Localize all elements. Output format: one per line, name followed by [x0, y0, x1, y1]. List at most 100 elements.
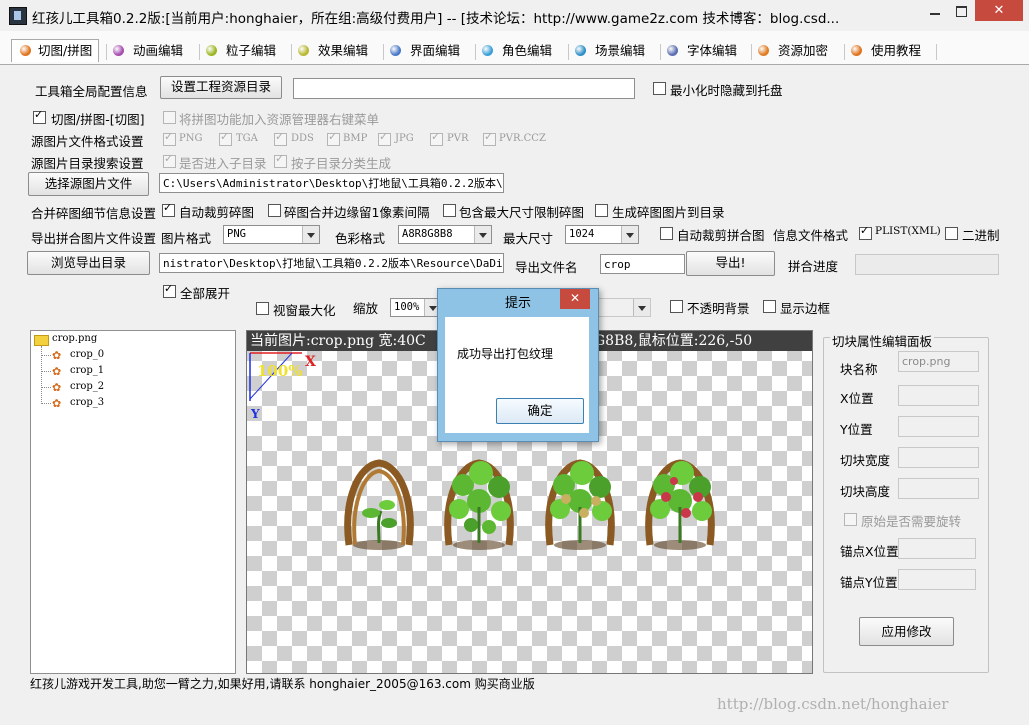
format-png-checkbox[interactable]: [163, 130, 176, 146]
context-menu-checkbox[interactable]: [163, 111, 176, 124]
watermark: http://blog.csdn.net/honghaier: [717, 695, 949, 713]
export-button[interactable]: 导出!: [686, 251, 775, 276]
auto-crop-checkbox[interactable]: [162, 201, 175, 217]
x-field[interactable]: [898, 385, 979, 406]
tab-label: 动画编辑: [133, 43, 184, 58]
plist-checkbox[interactable]: [859, 224, 872, 240]
minimize-tray-label: 最小化时隐藏到托盘: [670, 83, 783, 98]
split-enable-checkbox[interactable]: [33, 108, 46, 124]
minimize-tray-checkbox[interactable]: [653, 82, 666, 95]
y-label: Y位置: [840, 422, 873, 437]
file-tree[interactable]: crop.png ✿ crop_0 ✿ crop_1 ✿ crop_2 ✿ cr…: [30, 330, 236, 674]
format-pvr-checkbox[interactable]: [430, 130, 443, 146]
height-field[interactable]: [898, 478, 979, 499]
tab-icon: [758, 45, 769, 56]
app-icon: [9, 7, 27, 25]
image-format-value: PNG: [227, 228, 246, 240]
tab-icon: [390, 45, 401, 56]
export-filename-label: 导出文件名: [515, 260, 578, 275]
gen-to-dir-checkbox[interactable]: [595, 204, 608, 217]
tab-particle[interactable]: 粒子编辑: [206, 40, 286, 62]
name-field[interactable]: crop.png: [898, 351, 979, 372]
tab-ui[interactable]: 界面编辑: [390, 40, 470, 62]
format-pvrccz-checkbox[interactable]: [483, 130, 496, 146]
window-max-checkbox[interactable]: [256, 302, 269, 315]
source-path-field[interactable]: C:\Users\Administrator\Desktop\打地鼠\工具箱0.…: [159, 173, 504, 193]
edge-gap-checkbox[interactable]: [268, 204, 281, 217]
auto-crop-label: 自动裁剪碎图: [179, 205, 255, 220]
y-field[interactable]: [898, 416, 979, 437]
width-label: 切块宽度: [840, 453, 891, 468]
browse-export-button[interactable]: 浏览导出目录: [27, 251, 150, 275]
tree-item[interactable]: crop_0: [70, 349, 104, 360]
expand-all-label: 全部展开: [180, 286, 231, 301]
show-border-checkbox[interactable]: [763, 300, 776, 313]
format-dds-checkbox[interactable]: [274, 130, 287, 146]
image-format-select[interactable]: PNG: [223, 225, 320, 244]
select-source-button[interactable]: 选择源图片文件: [28, 172, 149, 196]
max-size-select[interactable]: 1024: [565, 225, 639, 244]
dialog-close-button[interactable]: ✕: [560, 289, 590, 309]
tree-item[interactable]: crop_1: [70, 365, 104, 376]
tab-font[interactable]: 字体编辑: [667, 40, 747, 62]
tab-effect[interactable]: 效果编辑: [298, 40, 378, 62]
dialog-ok-button[interactable]: 确定: [496, 398, 584, 424]
zoom-label: 缩放: [353, 301, 379, 316]
tab-encrypt[interactable]: 资源加密: [758, 40, 838, 62]
max-size-limit-label: 包含最大尺寸限制碎图: [459, 205, 585, 220]
tab-icon: [851, 45, 862, 56]
tab-label: 效果编辑: [318, 43, 369, 58]
subdir-category-checkbox[interactable]: [274, 152, 287, 168]
format-tga-label: TGA: [236, 133, 258, 144]
max-size-limit-checkbox[interactable]: [443, 204, 456, 217]
max-size-label: 最大尺寸: [503, 231, 554, 246]
zoom-select[interactable]: 100%: [390, 298, 442, 317]
rotate-checkbox[interactable]: [844, 513, 857, 526]
color-format-select[interactable]: A8R8G8B8: [398, 225, 492, 244]
apply-button[interactable]: 应用修改: [859, 617, 954, 646]
maximize-button[interactable]: [948, 0, 975, 21]
axis-y-label: Y: [251, 407, 260, 421]
tree-item[interactable]: crop_2: [70, 381, 104, 392]
progress-label: 拼合进度: [788, 259, 839, 274]
tab-label: 角色编辑: [502, 43, 553, 58]
plist-label: PLIST(XML): [875, 225, 941, 237]
subdir-checkbox[interactable]: [163, 152, 176, 168]
auto-crop-merged-checkbox[interactable]: [660, 227, 673, 240]
format-tga-checkbox[interactable]: [219, 130, 232, 146]
format-bmp-checkbox[interactable]: [327, 130, 340, 146]
anchor-y-field[interactable]: [898, 569, 976, 590]
merge-detail-label: 合并碎图细节信息设置: [31, 206, 157, 221]
tree-item[interactable]: crop_3: [70, 397, 104, 408]
flower-icon: ✿: [52, 397, 62, 410]
opaque-bg-checkbox[interactable]: [670, 300, 683, 313]
message-dialog: 提示 ✕ 成功导出打包纹理 确定: [437, 288, 599, 442]
global-config-label: 工具箱全局配置信息: [35, 84, 148, 99]
format-jpg-checkbox[interactable]: [378, 130, 391, 146]
tab-icon: [113, 45, 124, 56]
info-format-label: 信息文件格式: [773, 228, 849, 243]
minimize-button[interactable]: [921, 0, 948, 21]
project-path-field[interactable]: [293, 78, 635, 99]
anchor-x-field[interactable]: [898, 538, 976, 559]
tab-scene[interactable]: 场景编辑: [575, 40, 655, 62]
folder-icon: [34, 335, 49, 346]
tree-root[interactable]: crop.png: [52, 333, 97, 344]
tab-tutorial[interactable]: 使用教程: [851, 40, 931, 62]
export-filename-field[interactable]: crop: [600, 254, 685, 274]
tab-animation[interactable]: 动画编辑: [113, 40, 193, 62]
set-project-dir-button[interactable]: 设置工程资源目录: [160, 76, 282, 99]
expand-all-checkbox[interactable]: [163, 282, 176, 298]
color-format-label: 色彩格式: [335, 231, 386, 246]
export-path-field[interactable]: nistrator\Desktop\打地鼠\工具箱0.2.2版本\Resourc…: [159, 253, 504, 273]
view-mode-select[interactable]: [596, 298, 651, 317]
name-label: 块名称: [840, 362, 878, 377]
tab-split[interactable]: 切图/拼图: [11, 39, 99, 62]
tab-label: 切图/拼图: [38, 43, 93, 58]
close-button[interactable]: ✕: [975, 0, 1023, 21]
tab-role[interactable]: 角色编辑: [482, 40, 562, 62]
tab-label: 场景编辑: [595, 43, 646, 58]
width-field[interactable]: [898, 447, 979, 468]
binary-checkbox[interactable]: [945, 227, 958, 240]
canvas-header-left: 当前图片:crop.png 宽:40C: [250, 333, 426, 349]
